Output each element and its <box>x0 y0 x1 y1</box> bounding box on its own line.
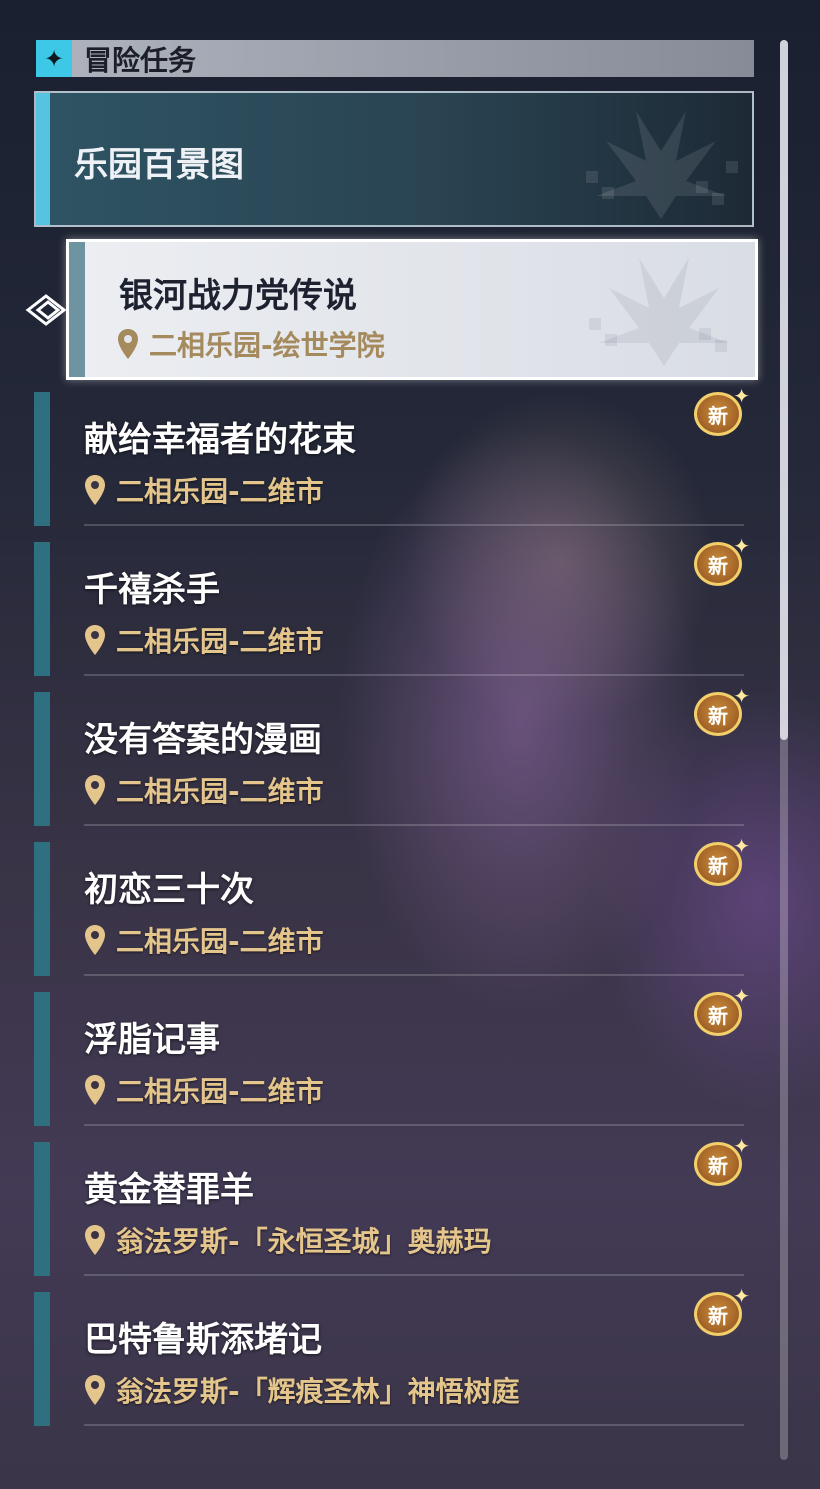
sparkle-icon: ✦ <box>733 984 750 1008</box>
quest-location-text: 二相乐园-二维市 <box>116 775 324 808</box>
selected-accent <box>69 242 85 377</box>
row-divider <box>84 674 744 676</box>
category-label: 乐园百景图 <box>74 145 244 185</box>
new-badge: 新 ✦ <box>692 986 750 1040</box>
quest-accent <box>34 1292 50 1426</box>
section-title: 冒险任务 <box>84 43 197 77</box>
category-accent <box>36 93 50 225</box>
new-badge: 新 ✦ <box>692 536 750 590</box>
new-badge: 新 ✦ <box>692 1136 750 1190</box>
row-divider <box>84 1274 744 1276</box>
location-pin-icon <box>85 475 105 505</box>
row-divider <box>84 1124 744 1126</box>
quest-location: 二相乐园-二维市 <box>84 1070 324 1110</box>
quest-title: 没有答案的漫画 <box>84 720 322 760</box>
quest-item[interactable]: 浮脂记事二相乐园-二维市 新 ✦ <box>34 986 754 1126</box>
quest-title: 献给幸福者的花束 <box>84 420 356 460</box>
quest-title: 初恋三十次 <box>84 870 254 910</box>
quest-item[interactable]: 巴特鲁斯添堵记翁法罗斯-「辉痕圣林」神悟树庭 新 ✦ <box>34 1286 754 1426</box>
new-badge: 新 ✦ <box>692 1286 750 1340</box>
sparkle-icon: ✦ <box>733 1134 750 1158</box>
quest-location-text: 翁法罗斯-「永恒圣城」奥赫玛 <box>116 1225 492 1258</box>
location-pin-icon <box>85 775 105 805</box>
quest-accent <box>34 392 50 526</box>
quest-item[interactable]: 黄金替罪羊翁法罗斯-「永恒圣城」奥赫玛 新 ✦ <box>34 1136 754 1276</box>
sparkle-icon: ✦ <box>733 384 750 408</box>
quest-location-text: 二相乐园-二维市 <box>116 625 324 658</box>
quest-title: 银河战力党传说 <box>119 276 357 316</box>
location-pin-icon <box>85 1075 105 1105</box>
location-pin-icon <box>85 625 105 655</box>
quest-item[interactable]: 献给幸福者的花束二相乐园-二维市 新 ✦ <box>34 386 754 526</box>
scrollbar-thumb[interactable] <box>780 40 788 740</box>
quest-accent <box>34 842 50 976</box>
new-badge: 新 ✦ <box>692 386 750 440</box>
emblem-decoration-icon <box>586 111 738 219</box>
quest-accent <box>34 692 50 826</box>
location-pin-icon <box>85 1375 105 1405</box>
new-badge: 新 ✦ <box>692 686 750 740</box>
row-divider <box>84 974 744 976</box>
quest-item-selected[interactable]: 银河战力党传说 二相乐园-绘世学院 <box>66 239 758 380</box>
section-header: ✦ 冒险任务 <box>36 40 754 77</box>
sparkle-icon: ✦ <box>733 834 750 858</box>
quest-location: 翁法罗斯-「永恒圣城」奥赫玛 <box>84 1220 492 1260</box>
sparkle-icon: ✦ <box>36 40 72 77</box>
quest-location: 二相乐园-二维市 <box>84 470 324 510</box>
quest-location-text: 翁法罗斯-「辉痕圣林」神悟树庭 <box>116 1375 520 1408</box>
quest-item[interactable]: 初恋三十次二相乐园-二维市 新 ✦ <box>34 836 754 976</box>
quest-location-text: 二相乐园-二维市 <box>116 475 324 508</box>
quest-title: 黄金替罪羊 <box>84 1170 254 1210</box>
scrollbar[interactable] <box>780 40 788 1460</box>
quest-location: 二相乐园-二维市 <box>84 920 324 960</box>
location-pin-icon <box>85 925 105 955</box>
quest-title: 千禧杀手 <box>84 570 220 610</box>
emblem-decoration-icon <box>589 258 729 366</box>
quest-location: 二相乐园-二维市 <box>84 770 324 810</box>
row-divider <box>84 824 744 826</box>
quest-location-text: 二相乐园-二维市 <box>116 925 324 958</box>
sparkle-icon: ✦ <box>733 684 750 708</box>
location-pin-icon <box>118 329 138 359</box>
quest-location: 翁法罗斯-「辉痕圣林」神悟树庭 <box>84 1370 520 1410</box>
new-badge: 新 ✦ <box>692 836 750 890</box>
quest-location-text: 二相乐园-二维市 <box>116 1075 324 1108</box>
quest-accent <box>34 542 50 676</box>
quest-item[interactable]: 千禧杀手二相乐园-二维市 新 ✦ <box>34 536 754 676</box>
quest-title: 巴特鲁斯添堵记 <box>84 1320 322 1360</box>
row-divider <box>84 524 744 526</box>
quest-accent <box>34 992 50 1126</box>
row-divider <box>84 1424 744 1426</box>
quest-location-text: 二相乐园-绘世学院 <box>149 329 385 362</box>
quest-location: 二相乐园-绘世学院 <box>117 324 385 364</box>
sparkle-icon: ✦ <box>733 1284 750 1308</box>
quest-item[interactable]: 没有答案的漫画二相乐园-二维市 新 ✦ <box>34 686 754 826</box>
location-pin-icon <box>85 1225 105 1255</box>
selection-pointer-icon <box>25 294 66 326</box>
category-tab[interactable]: 乐园百景图 <box>34 91 754 227</box>
quest-accent <box>34 1142 50 1276</box>
quest-location: 二相乐园-二维市 <box>84 620 324 660</box>
sparkle-icon: ✦ <box>733 534 750 558</box>
quest-title: 浮脂记事 <box>84 1020 220 1060</box>
